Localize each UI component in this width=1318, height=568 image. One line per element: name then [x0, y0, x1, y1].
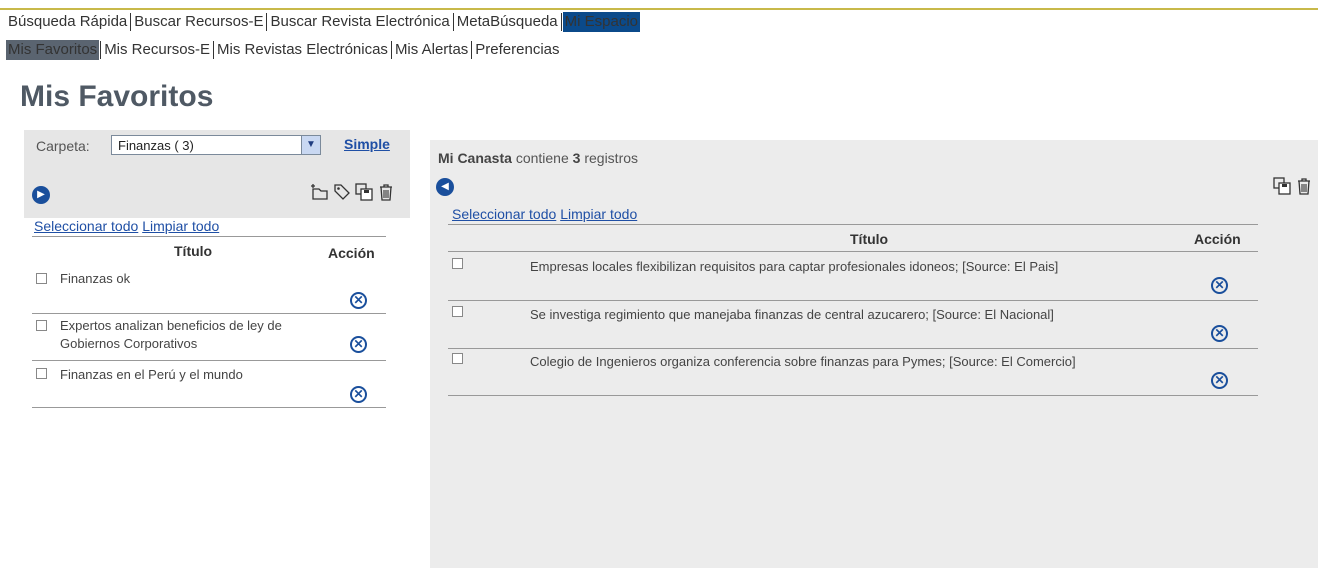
- delete-icon[interactable]: ✕: [1211, 372, 1228, 389]
- arrow-right-icon[interactable]: ▶: [32, 186, 50, 204]
- nav-buscar-revista[interactable]: Buscar Revista Electrónica: [268, 12, 451, 32]
- nav-separator: [390, 41, 392, 60]
- basket-title: Colegio de Ingenieros organiza conferenc…: [530, 354, 1076, 369]
- nav-separator: [130, 13, 132, 32]
- divider: [32, 313, 386, 314]
- col-title: Título: [174, 243, 213, 259]
- row-checkbox[interactable]: [452, 306, 463, 317]
- clear-all-link[interactable]: Limpiar todo: [142, 218, 219, 234]
- divider: [448, 224, 1258, 225]
- delete-icon[interactable]: ✕: [350, 386, 367, 403]
- nav-busqueda-rapida[interactable]: Búsqueda Rápida: [6, 12, 129, 32]
- chevron-down-icon[interactable]: ▼: [301, 136, 320, 154]
- basket-title: Se investiga regimiento que manejaba fin…: [530, 307, 1054, 322]
- folder-bar: Carpeta: Finanzas ( 3) ▼ Simple: [24, 130, 410, 172]
- save-icon[interactable]: [1272, 176, 1292, 201]
- trash-icon[interactable]: [376, 182, 396, 207]
- primary-nav: Búsqueda Rápida Buscar Recursos-E Buscar R…: [6, 12, 640, 32]
- arrow-left-icon[interactable]: ◀: [436, 178, 454, 196]
- select-all-link[interactable]: Seleccionar todo: [452, 206, 556, 222]
- col-action: Acción: [328, 245, 375, 261]
- top-accent-line: [0, 8, 1318, 10]
- tab-mis-favoritos[interactable]: Mis Favoritos: [6, 40, 100, 60]
- divider: [448, 251, 1258, 252]
- favorite-title: Finanzas ok: [60, 271, 131, 286]
- save-icon[interactable]: [354, 182, 374, 207]
- nav-separator: [452, 13, 454, 32]
- favorites-select-links: Seleccionar todo Limpiar todo: [34, 218, 219, 234]
- tab-mis-recursos[interactable]: Mis Recursos-E: [102, 40, 212, 60]
- folder-select[interactable]: Finanzas ( 3) ▼: [111, 135, 321, 155]
- select-all-link[interactable]: Seleccionar todo: [34, 218, 138, 234]
- folder-label: Carpeta:: [36, 138, 90, 154]
- clear-all-link[interactable]: Limpiar todo: [560, 206, 637, 222]
- nav-buscar-recursos[interactable]: Buscar Recursos-E: [132, 12, 265, 32]
- trash-icon[interactable]: [1294, 176, 1314, 201]
- row-checkbox[interactable]: [452, 258, 463, 269]
- divider: [448, 395, 1258, 396]
- row-checkbox[interactable]: [36, 320, 47, 331]
- nav-separator: [100, 41, 102, 60]
- divider: [32, 236, 386, 237]
- basket-contains: contiene: [515, 150, 569, 166]
- favorites-panel: Carpeta: Finanzas ( 3) ▼ Simple ▶ Selecc…: [24, 130, 410, 568]
- nav-separator: [266, 13, 268, 32]
- tab-preferencias[interactable]: Preferencias: [473, 40, 561, 60]
- delete-icon[interactable]: ✕: [350, 336, 367, 353]
- basket-name: Mi Canasta: [438, 150, 512, 166]
- tag-icon[interactable]: [332, 182, 352, 207]
- basket-select-links: Seleccionar todo Limpiar todo: [452, 206, 637, 222]
- favorites-toolbar: ▶: [24, 172, 410, 218]
- secondary-nav: Mis Favoritos Mis Recursos-E Mis Revistas …: [6, 40, 562, 60]
- favorite-title: Expertos analizan beneficios de ley de G…: [60, 318, 282, 351]
- new-folder-icon[interactable]: [310, 182, 330, 207]
- nav-separator: [213, 41, 215, 60]
- basket-summary: Mi Canasta contiene 3 registros: [438, 150, 638, 166]
- simple-link[interactable]: Simple: [344, 136, 390, 152]
- delete-icon[interactable]: ✕: [1211, 277, 1228, 294]
- basket-title: Empresas locales flexibilizan requisitos…: [530, 259, 1059, 274]
- basket-records: registros: [584, 150, 639, 166]
- nav-metabusqueda[interactable]: MetaBúsqueda: [455, 12, 560, 32]
- delete-icon[interactable]: ✕: [1211, 325, 1228, 342]
- tab-mis-revistas[interactable]: Mis Revistas Electrónicas: [215, 40, 390, 60]
- divider: [32, 360, 386, 361]
- basket-count: 3: [572, 150, 581, 166]
- nav-separator: [560, 13, 562, 32]
- col-title: Título: [850, 231, 889, 247]
- delete-icon[interactable]: ✕: [350, 292, 367, 309]
- row-checkbox[interactable]: [36, 368, 47, 379]
- nav-separator: [471, 41, 473, 60]
- page-title: Mis Favoritos: [20, 80, 214, 113]
- divider: [448, 300, 1258, 301]
- nav-mi-espacio[interactable]: Mi Espacio: [562, 12, 640, 32]
- col-action: Acción: [1194, 231, 1241, 247]
- row-checkbox[interactable]: [452, 353, 463, 364]
- folder-select-value: Finanzas ( 3): [118, 138, 194, 153]
- divider: [32, 407, 386, 408]
- basket-panel: Mi Canasta contiene 3 registros ◀ Selecc…: [430, 140, 1318, 568]
- tab-mis-alertas[interactable]: Mis Alertas: [393, 40, 470, 60]
- divider: [448, 348, 1258, 349]
- favorite-title: Finanzas en el Perú y el mundo: [60, 367, 243, 382]
- row-checkbox[interactable]: [36, 273, 47, 284]
